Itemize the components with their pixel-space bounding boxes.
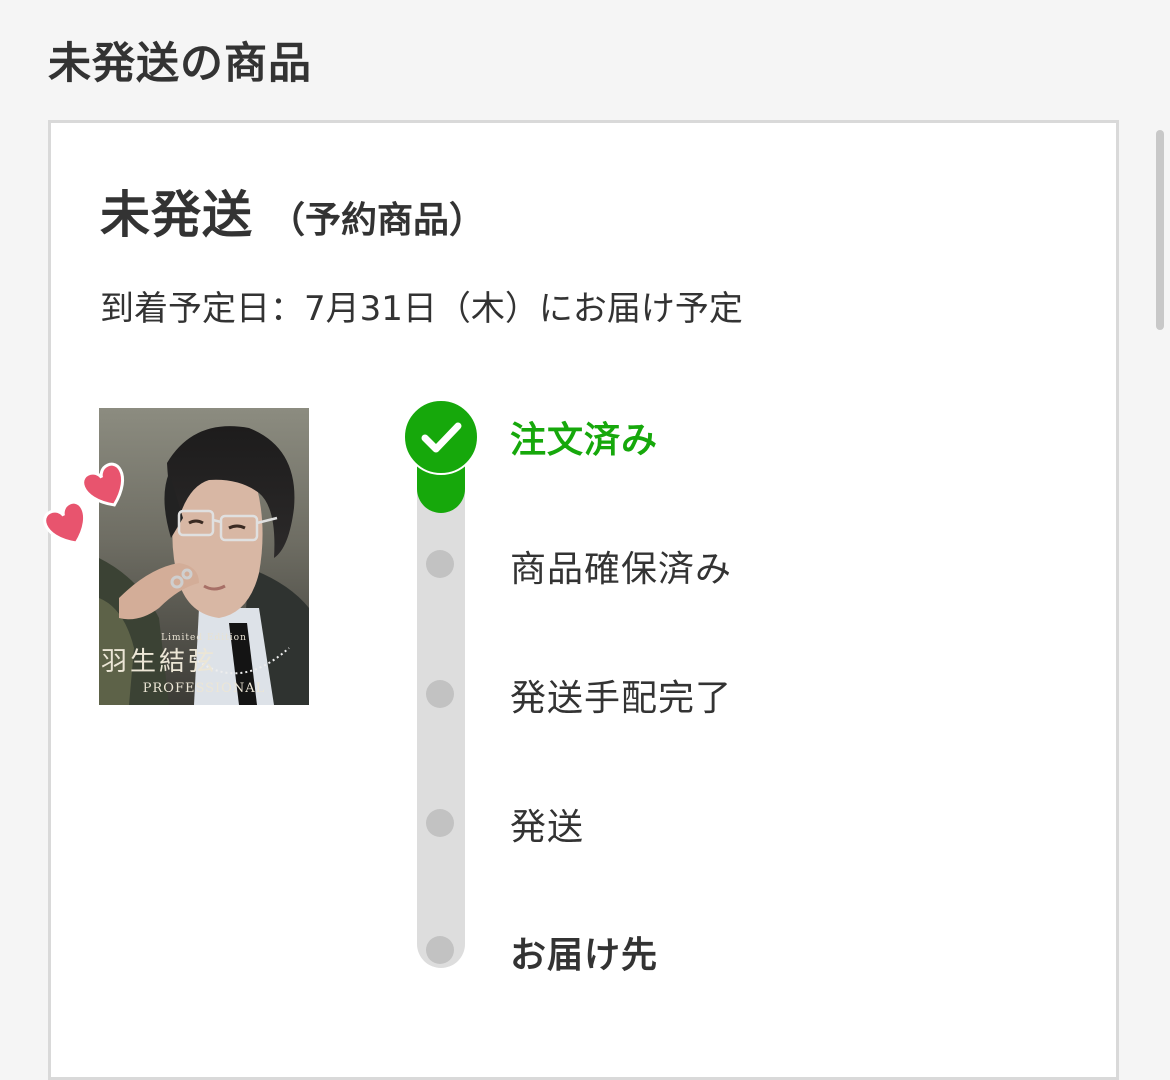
page-scrollbar[interactable] (1156, 130, 1164, 330)
step-shipped-dot (426, 809, 454, 837)
step-label-delivery-address: お届け先 (510, 935, 659, 976)
step-label-shipped: 発送 (510, 807, 585, 848)
cover-edition-text: Limited Edition (161, 633, 247, 643)
step-delivery-dot (426, 936, 454, 964)
section-title: 未発送の商品 (48, 39, 312, 89)
cover-title-text: 羽生結弦 (101, 647, 217, 677)
step-secured-dot (426, 550, 454, 578)
cover-subtitle-text: PROFESSIONAL (143, 681, 265, 696)
order-status-note: （予約商品） (269, 200, 486, 241)
checkmark-icon (421, 422, 462, 453)
order-status: 未発送 (100, 186, 253, 244)
order-card[interactable]: 未発送 （予約商品） 到着予定日：7月31日（木）にお届け予定 Limited … (43, 120, 1119, 1080)
order-status-heading: 未発送 （予約商品） (100, 185, 485, 254)
arrival-date-text: 到着予定日：7月31日（木）にお届け予定 (100, 289, 743, 329)
step-label-ordered: 注文済み (510, 420, 659, 461)
hearts-icon (35, 445, 145, 555)
step-ordered-marker (403, 399, 479, 475)
step-label-arranged: 発送手配完了 (510, 678, 733, 719)
step-arranged-dot (426, 680, 454, 708)
step-label-secured: 商品確保済み (510, 549, 733, 590)
